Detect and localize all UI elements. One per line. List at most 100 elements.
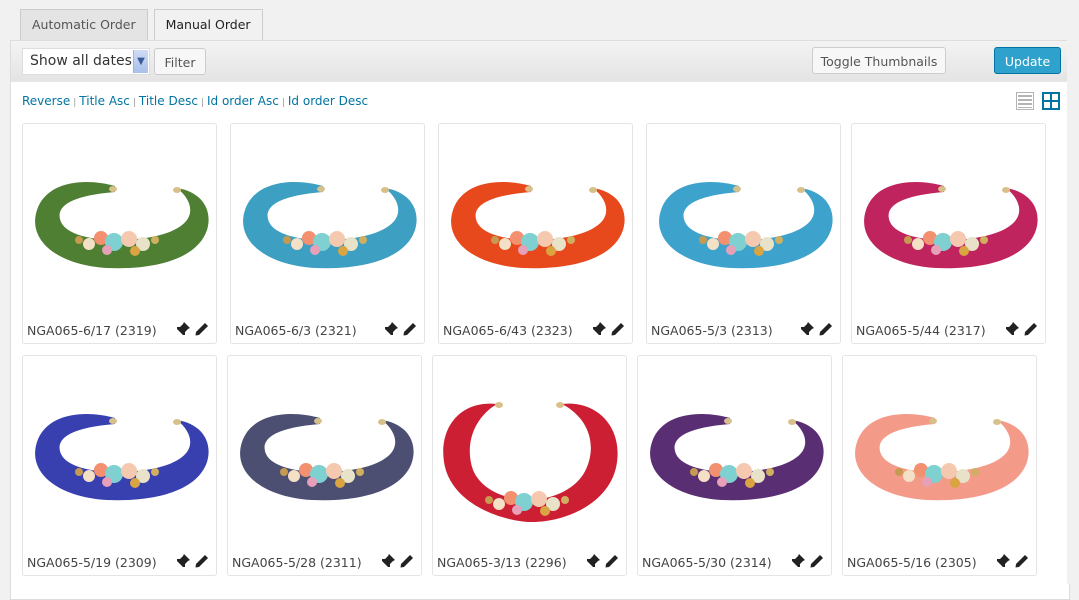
clasp-tip — [381, 187, 389, 193]
necklace-thumbnail[interactable] — [443, 130, 628, 310]
update-button[interactable]: Update — [994, 47, 1061, 74]
tab-automatic-order[interactable]: Automatic Order — [20, 9, 148, 40]
flower-ornament — [75, 236, 83, 244]
flower-ornament — [971, 468, 979, 476]
sort-title-desc-link[interactable]: Title Desc — [139, 94, 198, 108]
edit-pencil-icon[interactable] — [1014, 553, 1030, 569]
flower-ornament — [567, 236, 575, 244]
clasp-tip — [525, 186, 533, 192]
media-item-title: NGA065-5/28 (2311) — [232, 555, 362, 570]
flower-ornament — [130, 246, 140, 256]
media-item-title: NGA065-5/16 (2305) — [847, 555, 977, 570]
grid-view-icon[interactable] — [1042, 92, 1060, 110]
sort-id-desc-link[interactable]: Id order Desc — [288, 94, 368, 108]
necklace-body — [35, 413, 209, 501]
tab-manual-order[interactable]: Manual Order — [153, 9, 263, 41]
item-actions — [383, 321, 418, 337]
necklace-thumbnail[interactable] — [27, 362, 212, 542]
flower-ornament — [338, 246, 348, 256]
media-item-title: NGA065-6/3 (2321) — [235, 323, 357, 338]
edit-pencil-icon[interactable] — [818, 321, 834, 337]
flower-ornament — [766, 468, 774, 476]
flower-ornament — [121, 463, 137, 479]
clasp-tip — [733, 186, 741, 192]
necklace-thumbnail[interactable] — [847, 362, 1032, 542]
flower-ornament — [546, 246, 556, 256]
flower-ornament — [754, 246, 764, 256]
flower-ornament — [151, 236, 159, 244]
item-actions — [380, 553, 415, 569]
pin-icon[interactable] — [175, 553, 191, 569]
edit-pencil-icon[interactable] — [399, 553, 415, 569]
media-item-card[interactable]: NGA065-5/28 (2311) — [227, 355, 422, 576]
flower-ornament — [491, 236, 499, 244]
media-item-title: NGA065-6/17 (2319) — [27, 323, 157, 338]
necklace-body — [659, 181, 833, 269]
edit-pencil-icon[interactable] — [1023, 321, 1039, 337]
flower-ornament — [540, 506, 550, 516]
necklace-body — [35, 181, 209, 269]
pin-icon[interactable] — [591, 321, 607, 337]
flower-ornament — [895, 468, 903, 476]
edit-pencil-icon[interactable] — [604, 553, 620, 569]
flower-ornament — [512, 505, 522, 515]
item-actions — [995, 553, 1030, 569]
filter-button[interactable]: Filter — [154, 48, 206, 75]
flower-ornament — [283, 236, 291, 244]
necklace-thumbnail[interactable] — [232, 362, 417, 542]
flower-ornament — [707, 238, 719, 250]
necklace-body — [243, 181, 417, 269]
pin-icon[interactable] — [790, 553, 806, 569]
necklace-thumbnail[interactable] — [235, 130, 420, 310]
flower-ornament — [537, 231, 553, 247]
necklace-thumbnail[interactable] — [437, 362, 622, 542]
pin-icon[interactable] — [175, 321, 191, 337]
flower-ornament — [356, 468, 364, 476]
flower-ornament — [903, 470, 915, 482]
date-filter-select[interactable]: Show all dates ▼ — [22, 48, 150, 75]
clasp-tip — [1002, 187, 1010, 193]
necklace-thumbnail[interactable] — [27, 130, 212, 310]
media-item-card[interactable]: NGA065-5/3 (2313) — [646, 123, 841, 344]
sort-id-asc-link[interactable]: Id order Asc — [207, 94, 279, 108]
pin-icon[interactable] — [1004, 321, 1020, 337]
sort-reverse-link[interactable]: Reverse — [22, 94, 70, 108]
media-item-card[interactable]: NGA065-5/44 (2317) — [851, 123, 1046, 344]
media-item-card[interactable]: NGA065-6/3 (2321) — [230, 123, 425, 344]
clasp-tip — [317, 186, 325, 192]
pin-icon[interactable] — [995, 553, 1011, 569]
pin-icon[interactable] — [383, 321, 399, 337]
edit-pencil-icon[interactable] — [402, 321, 418, 337]
media-item-title: NGA065-6/43 (2323) — [443, 323, 573, 338]
necklace-thumbnail[interactable] — [856, 130, 1041, 310]
sort-links: Reverse | Title Asc | Title Desc | Id order As… — [22, 94, 368, 108]
item-actions — [175, 321, 210, 337]
scrollbar[interactable] — [1067, 40, 1079, 584]
list-view-icon[interactable] — [1016, 92, 1034, 110]
flower-ornament — [950, 478, 960, 488]
flower-ornament — [288, 470, 300, 482]
necklace-thumbnail[interactable] — [642, 362, 827, 542]
toggle-thumbnails-button[interactable]: Toggle Thumbnails — [812, 47, 946, 74]
edit-pencil-icon[interactable] — [610, 321, 626, 337]
media-item-card[interactable]: NGA065-5/30 (2314) — [637, 355, 832, 576]
clasp-tip — [173, 187, 181, 193]
clasp-tip — [556, 402, 564, 408]
media-item-card[interactable]: NGA065-5/16 (2305) — [842, 355, 1037, 576]
flower-ornament — [329, 231, 345, 247]
edit-pencil-icon[interactable] — [194, 321, 210, 337]
flower-ornament — [83, 238, 95, 250]
pin-icon[interactable] — [799, 321, 815, 337]
edit-pencil-icon[interactable] — [194, 553, 210, 569]
edit-pencil-icon[interactable] — [809, 553, 825, 569]
media-item-card[interactable]: NGA065-6/17 (2319) — [22, 123, 217, 344]
media-item-card[interactable]: NGA065-6/43 (2323) — [438, 123, 633, 344]
clasp-tip — [993, 419, 1001, 425]
necklace-thumbnail[interactable] — [651, 130, 836, 310]
chevron-down-icon[interactable]: ▼ — [133, 50, 148, 73]
media-item-card[interactable]: NGA065-5/19 (2309) — [22, 355, 217, 576]
pin-icon[interactable] — [380, 553, 396, 569]
sort-title-asc-link[interactable]: Title Asc — [79, 94, 130, 108]
pin-icon[interactable] — [585, 553, 601, 569]
media-item-card[interactable]: NGA065-3/13 (2296) — [432, 355, 627, 576]
